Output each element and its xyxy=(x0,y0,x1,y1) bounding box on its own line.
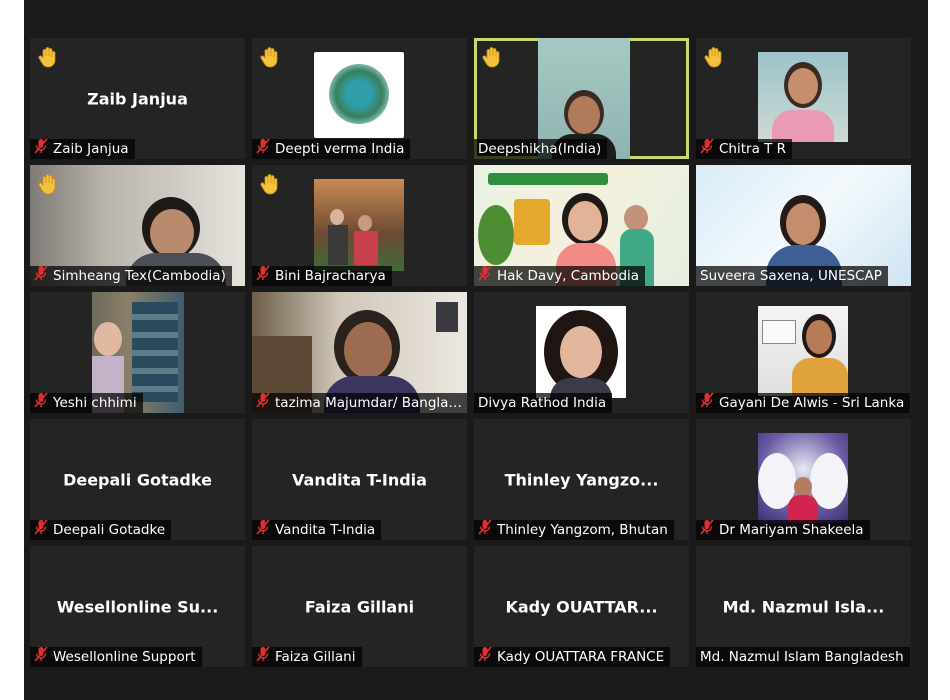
participant-tile[interactable]: Vandita T-India Vandita T-India xyxy=(252,419,467,540)
participant-name-label: Yeshi chhimi xyxy=(30,392,143,413)
video-feed xyxy=(536,306,626,398)
participant-display-name: Thinley Yangzo... xyxy=(504,470,659,489)
participant-tile[interactable]: Yeshi chhimi xyxy=(30,292,245,413)
participant-name-label: Suveera Saxena, UNESCAP xyxy=(696,266,888,286)
participant-name: Chitra T R xyxy=(719,141,787,157)
participant-name-label: Dr Mariyam Shakeela xyxy=(696,519,870,540)
muted-mic-icon xyxy=(256,392,270,413)
raised-hand-icon xyxy=(704,46,724,68)
muted-mic-icon xyxy=(256,646,270,667)
participant-name-label: Gayani De Alwis - Sri Lanka xyxy=(696,392,911,413)
raised-hand-icon xyxy=(38,46,58,68)
participant-name: Yeshi chhimi xyxy=(53,395,137,411)
participant-name: Zaib Janjua xyxy=(53,141,129,157)
participant-tile[interactable]: Zaib Janjua Zaib Janjua xyxy=(30,38,245,159)
muted-mic-icon xyxy=(700,392,714,413)
video-feed xyxy=(314,179,404,271)
participant-name-label: Chitra T R xyxy=(696,138,793,159)
participant-display-name: Zaib Janjua xyxy=(87,89,188,108)
participant-name: Wesellonline Support xyxy=(53,649,196,665)
video-feed xyxy=(758,306,848,396)
participant-name: Deepti verma India xyxy=(275,141,405,157)
muted-mic-icon xyxy=(478,265,492,286)
participant-name-label: Bini Bajracharya xyxy=(252,265,392,286)
participant-display-name: Md. Nazmul Isla... xyxy=(722,597,885,616)
participant-tile[interactable]: Faiza Gillani Faiza Gillani xyxy=(252,546,467,667)
participant-name-label: Zaib Janjua xyxy=(30,138,135,159)
participant-name-label: Vandita T-India xyxy=(252,519,382,540)
participant-name-label: Md. Nazmul Islam Bangladesh xyxy=(696,647,910,667)
participant-name-label: tazima Majumdar/ Banglad... xyxy=(252,392,467,413)
muted-mic-icon xyxy=(34,646,48,667)
participant-name-label: Deepshikha(India) xyxy=(474,139,608,159)
participant-name: Simheang Tex(Cambodia) xyxy=(53,268,226,284)
participant-name: Kady OUATTARA FRANCE xyxy=(497,649,665,665)
participant-tile[interactable]: Suveera Saxena, UNESCAP xyxy=(696,165,911,286)
participant-name: Hak Davy, Cambodia xyxy=(497,268,640,284)
participant-tile[interactable]: Md. Nazmul Isla... Md. Nazmul Islam Bangl… xyxy=(696,546,911,667)
muted-mic-icon xyxy=(256,138,270,159)
participant-tile[interactable]: Gayani De Alwis - Sri Lanka xyxy=(696,292,911,413)
muted-mic-icon xyxy=(700,519,714,540)
muted-mic-icon xyxy=(34,392,48,413)
video-feed xyxy=(758,52,848,142)
participant-name: Deepshikha(India) xyxy=(478,141,602,157)
participant-tile[interactable]: Kady OUATTAR... Kady OUATTARA FRANCE xyxy=(474,546,689,667)
video-feed xyxy=(758,433,848,523)
participant-name: Thinley Yangzom, Bhutan xyxy=(497,522,668,538)
participant-tile[interactable]: Hak Davy, Cambodia xyxy=(474,165,689,286)
participant-name-label: Wesellonline Support xyxy=(30,646,202,667)
participant-name: Bini Bajracharya xyxy=(275,268,386,284)
participant-name: Faiza Gillani xyxy=(275,649,356,665)
participant-display-name: Faiza Gillani xyxy=(304,597,415,616)
participant-tile[interactable]: Simheang Tex(Cambodia) xyxy=(30,165,245,286)
participant-name-label: Divya Rathod India xyxy=(474,393,613,413)
participant-tile[interactable]: Divya Rathod India xyxy=(474,292,689,413)
muted-mic-icon xyxy=(34,519,48,540)
raised-hand-icon xyxy=(260,46,280,68)
participant-tile[interactable]: Deepshikha(India) xyxy=(474,38,689,159)
muted-mic-icon xyxy=(256,519,270,540)
participant-name: Divya Rathod India xyxy=(478,395,607,411)
muted-mic-icon xyxy=(700,138,714,159)
participant-tile[interactable]: Thinley Yangzo... Thinley Yangzom, Bhutan xyxy=(474,419,689,540)
participant-name-label: Faiza Gillani xyxy=(252,646,362,667)
participant-display-name: Kady OUATTAR... xyxy=(505,597,658,616)
participant-tile[interactable]: Dr Mariyam Shakeela xyxy=(696,419,911,540)
participant-name-label: Kady OUATTARA FRANCE xyxy=(474,646,671,667)
muted-mic-icon xyxy=(34,265,48,286)
participant-tile[interactable]: tazima Majumdar/ Banglad... xyxy=(252,292,467,413)
participant-name-label: Thinley Yangzom, Bhutan xyxy=(474,519,674,540)
muted-mic-icon xyxy=(34,138,48,159)
participant-tile[interactable]: Chitra T R xyxy=(696,38,911,159)
muted-mic-icon xyxy=(478,646,492,667)
participant-name-label: Hak Davy, Cambodia xyxy=(474,265,646,286)
participant-name: Vandita T-India xyxy=(275,522,376,538)
raised-hand-icon xyxy=(260,173,280,195)
zoom-gallery-view: Zaib Janjua Zaib Janjua Deepti verma India… xyxy=(24,0,928,700)
participant-tile[interactable]: Bini Bajracharya xyxy=(252,165,467,286)
participant-tile[interactable]: Deepti verma India xyxy=(252,38,467,159)
participant-name: Gayani De Alwis - Sri Lanka xyxy=(719,395,905,411)
participant-name-label: Deepali Gotadke xyxy=(30,519,172,540)
muted-mic-icon xyxy=(478,519,492,540)
participant-display-name: Deepali Gotadke xyxy=(63,470,212,489)
participant-display-name: Wesellonline Su... xyxy=(56,597,219,616)
participant-name: Md. Nazmul Islam Bangladesh xyxy=(700,649,904,665)
video-feed xyxy=(314,52,404,138)
participant-tile[interactable]: Deepali Gotadke Deepali Gotadke xyxy=(30,419,245,540)
participant-tile[interactable]: Wesellonline Su... Wesellonline Support xyxy=(30,546,245,667)
participant-name: tazima Majumdar/ Banglad... xyxy=(275,395,465,411)
participant-grid: Zaib Janjua Zaib Janjua Deepti verma India… xyxy=(30,38,914,672)
muted-mic-icon xyxy=(256,265,270,286)
participant-name-label: Simheang Tex(Cambodia) xyxy=(30,265,232,286)
participant-name: Dr Mariyam Shakeela xyxy=(719,522,864,538)
participant-name: Suveera Saxena, UNESCAP xyxy=(700,268,882,284)
raised-hand-icon xyxy=(38,173,58,195)
raised-hand-icon xyxy=(482,46,502,68)
participant-name: Deepali Gotadke xyxy=(53,522,166,538)
participant-display-name: Vandita T-India xyxy=(292,470,427,489)
participant-name-label: Deepti verma India xyxy=(252,138,411,159)
